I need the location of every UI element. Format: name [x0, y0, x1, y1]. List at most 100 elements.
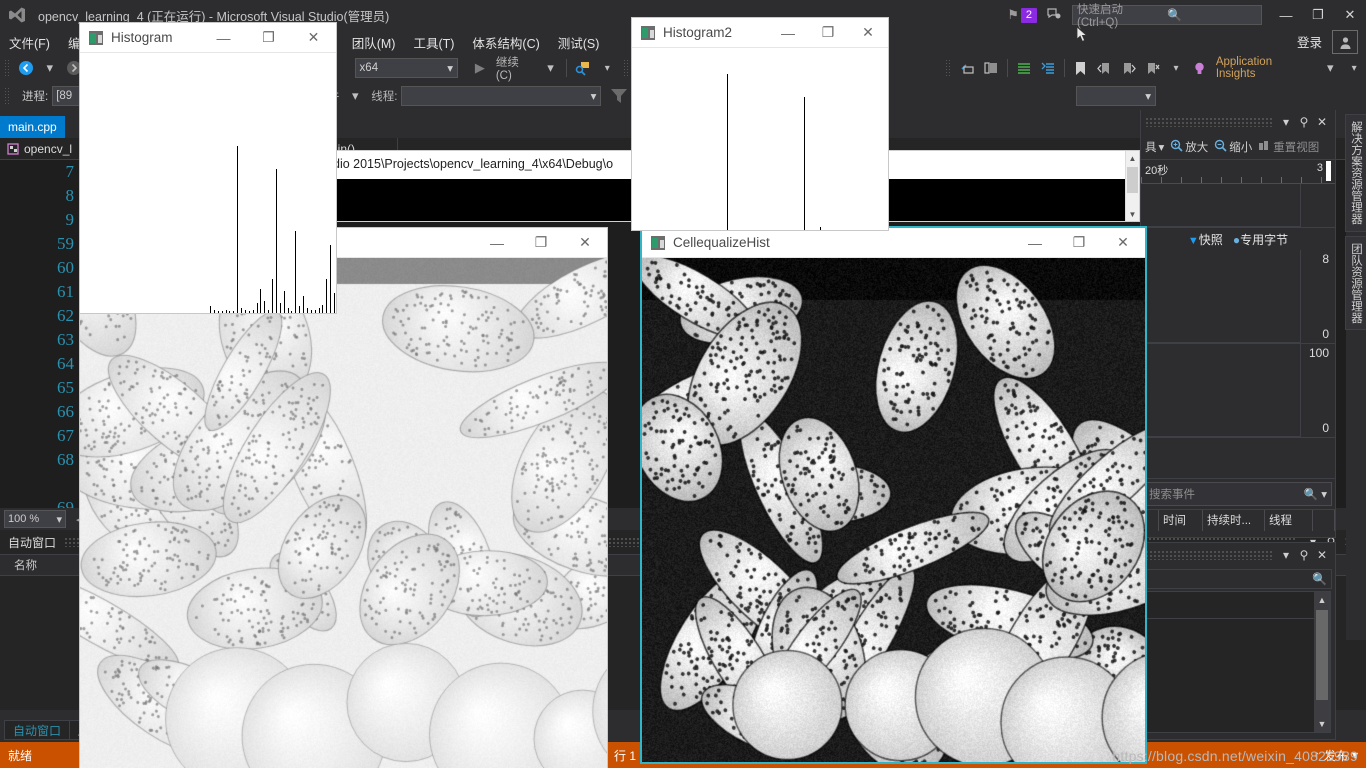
events-col-duration[interactable]: 持续时...	[1203, 510, 1265, 531]
document-tab-main-cpp[interactable]: main.cpp	[0, 116, 65, 138]
chevron-down-icon[interactable]: ▾	[1321, 487, 1327, 501]
events-track[interactable]	[1141, 184, 1335, 228]
chevron-down-icon[interactable]: ▾	[1277, 548, 1295, 562]
filter-funnel-icon[interactable]	[607, 85, 631, 107]
histogram2-titlebar[interactable]: Histogram2 — ❐ ✕	[632, 18, 888, 48]
pin-icon[interactable]: ⚲	[1295, 548, 1313, 562]
memory-usage-graph[interactable]: 8 0	[1141, 250, 1335, 344]
toolbar-overflow-icon[interactable]: ▾	[1164, 57, 1188, 79]
comment-selection-icon[interactable]	[955, 57, 979, 79]
team-explorer-tab[interactable]: 团队资源管理器	[1345, 236, 1366, 331]
histogram2-close-button[interactable]: ✕	[848, 18, 888, 48]
ide-close-button[interactable]: ✕	[1334, 0, 1366, 30]
histogram-titlebar[interactable]: Histogram — ❐ ✕	[80, 23, 336, 53]
diagnostic-timeline-ruler[interactable]: 20秒 3	[1141, 160, 1335, 184]
toolbar-grip[interactable]	[4, 59, 10, 77]
cpu-usage-graph[interactable]: 100 0	[1141, 344, 1335, 438]
cell-equalize-hist-window[interactable]: CellequalizeHist — ❐ ✕	[642, 228, 1145, 762]
scrollbar-thumb[interactable]	[1316, 610, 1328, 700]
lower-panel-search-input[interactable]: 🔍	[1144, 569, 1332, 589]
toolbar-grip[interactable]	[4, 87, 10, 105]
events-col-extra[interactable]	[1313, 510, 1335, 531]
histogram2-maximize-button[interactable]: ❐	[808, 18, 848, 48]
decrease-indent-icon[interactable]	[1036, 57, 1060, 79]
status-publish-group[interactable]: ↑ 发布 ▾	[1314, 747, 1358, 764]
cell-image-maximize-button[interactable]: ❐	[519, 228, 563, 258]
zoom-in-button[interactable]: 放大	[1168, 139, 1210, 155]
lower-panel-scrollbar[interactable]: ▲ ▼	[1314, 592, 1330, 732]
scroll-up-icon[interactable]: ▲	[1126, 151, 1139, 165]
menu-item-test[interactable]: 测试(S)	[549, 31, 609, 54]
search-icon[interactable]: 🔍	[1167, 8, 1257, 22]
menu-item-team[interactable]: 团队(M)	[343, 31, 405, 54]
ide-maximize-button[interactable]: ❐	[1302, 0, 1334, 30]
events-search-input[interactable]: 搜索事件 🔍 ▾	[1144, 482, 1332, 506]
events-col-time[interactable]: 时间	[1159, 510, 1203, 531]
account-avatar-icon[interactable]	[1332, 30, 1358, 54]
legend-item-private-bytes[interactable]: ●专用字节	[1233, 231, 1288, 248]
toolbar-overflow-icon[interactable]: ▾	[1342, 57, 1366, 79]
panel-drag-dots[interactable]	[1145, 117, 1273, 127]
previous-bookmark-icon[interactable]	[1093, 57, 1117, 79]
navigate-back-icon[interactable]	[14, 57, 38, 79]
close-icon[interactable]: ✕	[1313, 115, 1331, 129]
console-scrollbar[interactable]: ▲ ▼	[1125, 151, 1139, 221]
chevron-down-icon[interactable]: ▾	[1277, 115, 1295, 129]
notification-badge[interactable]: ⚑ 2	[1007, 7, 1037, 23]
uncomment-selection-icon[interactable]	[979, 57, 1003, 79]
toolbar-grip[interactable]	[623, 59, 629, 77]
feedback-smiley-icon[interactable]	[1047, 7, 1062, 24]
legend-item-snapshot[interactable]: ▼快照	[1188, 231, 1223, 248]
cell-equalize-hist-minimize-button[interactable]: —	[1013, 228, 1057, 258]
project-chip[interactable]: opencv_l	[0, 138, 82, 160]
bookmark-icon[interactable]	[1069, 57, 1093, 79]
cell-image-minimize-button[interactable]: —	[475, 228, 519, 258]
scrollbar-thumb[interactable]	[1127, 167, 1138, 193]
chevron-down-icon[interactable]: ▾	[38, 57, 62, 79]
histogram-window[interactable]: Histogram — ❐ ✕	[80, 23, 336, 313]
histogram2-window[interactable]: Histogram2 — ❐ ✕	[632, 18, 888, 230]
scroll-down-icon[interactable]: ▼	[1126, 207, 1139, 221]
events-col-thread[interactable]: 线程	[1265, 510, 1313, 531]
histogram-minimize-button[interactable]: —	[201, 23, 246, 53]
solution-explorer-tab[interactable]: 解决方案资源管理器	[1345, 114, 1366, 232]
quick-launch-input[interactable]: 快速启动 (Ctrl+Q) 🔍	[1072, 5, 1262, 25]
reset-view-button[interactable]: 重置视图	[1256, 139, 1321, 155]
thread-combobox[interactable]: ▾	[401, 86, 601, 106]
cell-image-close-button[interactable]: ✕	[563, 228, 607, 258]
toolbar2-combobox[interactable]: ▾	[1076, 86, 1156, 106]
panel-drag-dots[interactable]	[1145, 550, 1273, 560]
histogram-maximize-button[interactable]: ❐	[246, 23, 291, 53]
search-icon[interactable]: 🔍	[1304, 487, 1318, 501]
diag-tools-menu[interactable]: 具 ▾	[1143, 139, 1166, 155]
increase-indent-icon[interactable]	[1012, 57, 1036, 79]
lightbulb-icon[interactable]	[1188, 57, 1212, 79]
toolbar-overflow-icon[interactable]: ▾	[595, 57, 619, 79]
chevron-down-icon[interactable]: ▾	[539, 57, 563, 79]
chevron-down-icon[interactable]: ▾	[343, 85, 367, 107]
scroll-up-icon[interactable]: ▲	[1314, 592, 1330, 608]
clear-bookmark-icon[interactable]	[1140, 57, 1164, 79]
platform-combobox[interactable]: x64 ▾	[355, 58, 458, 78]
app-insights-button[interactable]: Application Insights	[1212, 56, 1319, 80]
cell-equalize-hist-maximize-button[interactable]: ❐	[1057, 228, 1101, 258]
pin-icon[interactable]: ⚲	[1295, 115, 1313, 129]
attach-process-icon[interactable]	[571, 57, 595, 79]
search-icon[interactable]: 🔍	[1312, 572, 1327, 586]
zoom-out-button[interactable]: 缩小	[1212, 139, 1254, 155]
menu-item-tools[interactable]: 工具(T)	[404, 31, 463, 54]
lower-panel-body[interactable]: ▲ ▼	[1145, 591, 1331, 733]
histogram2-minimize-button[interactable]: —	[768, 18, 808, 48]
zoom-combobox[interactable]: 100 % ▾	[4, 510, 66, 528]
menu-item-architecture[interactable]: 体系结构(C)	[463, 31, 548, 54]
toolbar-grip[interactable]	[945, 59, 951, 77]
scroll-down-icon[interactable]: ▼	[1314, 716, 1330, 732]
close-icon[interactable]: ✕	[1313, 548, 1331, 562]
continue-button[interactable]: 继续(C)	[492, 54, 539, 82]
cell-equalize-hist-titlebar[interactable]: CellequalizeHist — ❐ ✕	[642, 228, 1145, 258]
signin-link[interactable]: 登录	[1297, 32, 1322, 51]
play-icon[interactable]: ▶	[468, 57, 492, 79]
cell-equalize-hist-close-button[interactable]: ✕	[1101, 228, 1145, 258]
menu-item-file[interactable]: 文件(F)	[0, 31, 59, 54]
next-bookmark-icon[interactable]	[1116, 57, 1140, 79]
